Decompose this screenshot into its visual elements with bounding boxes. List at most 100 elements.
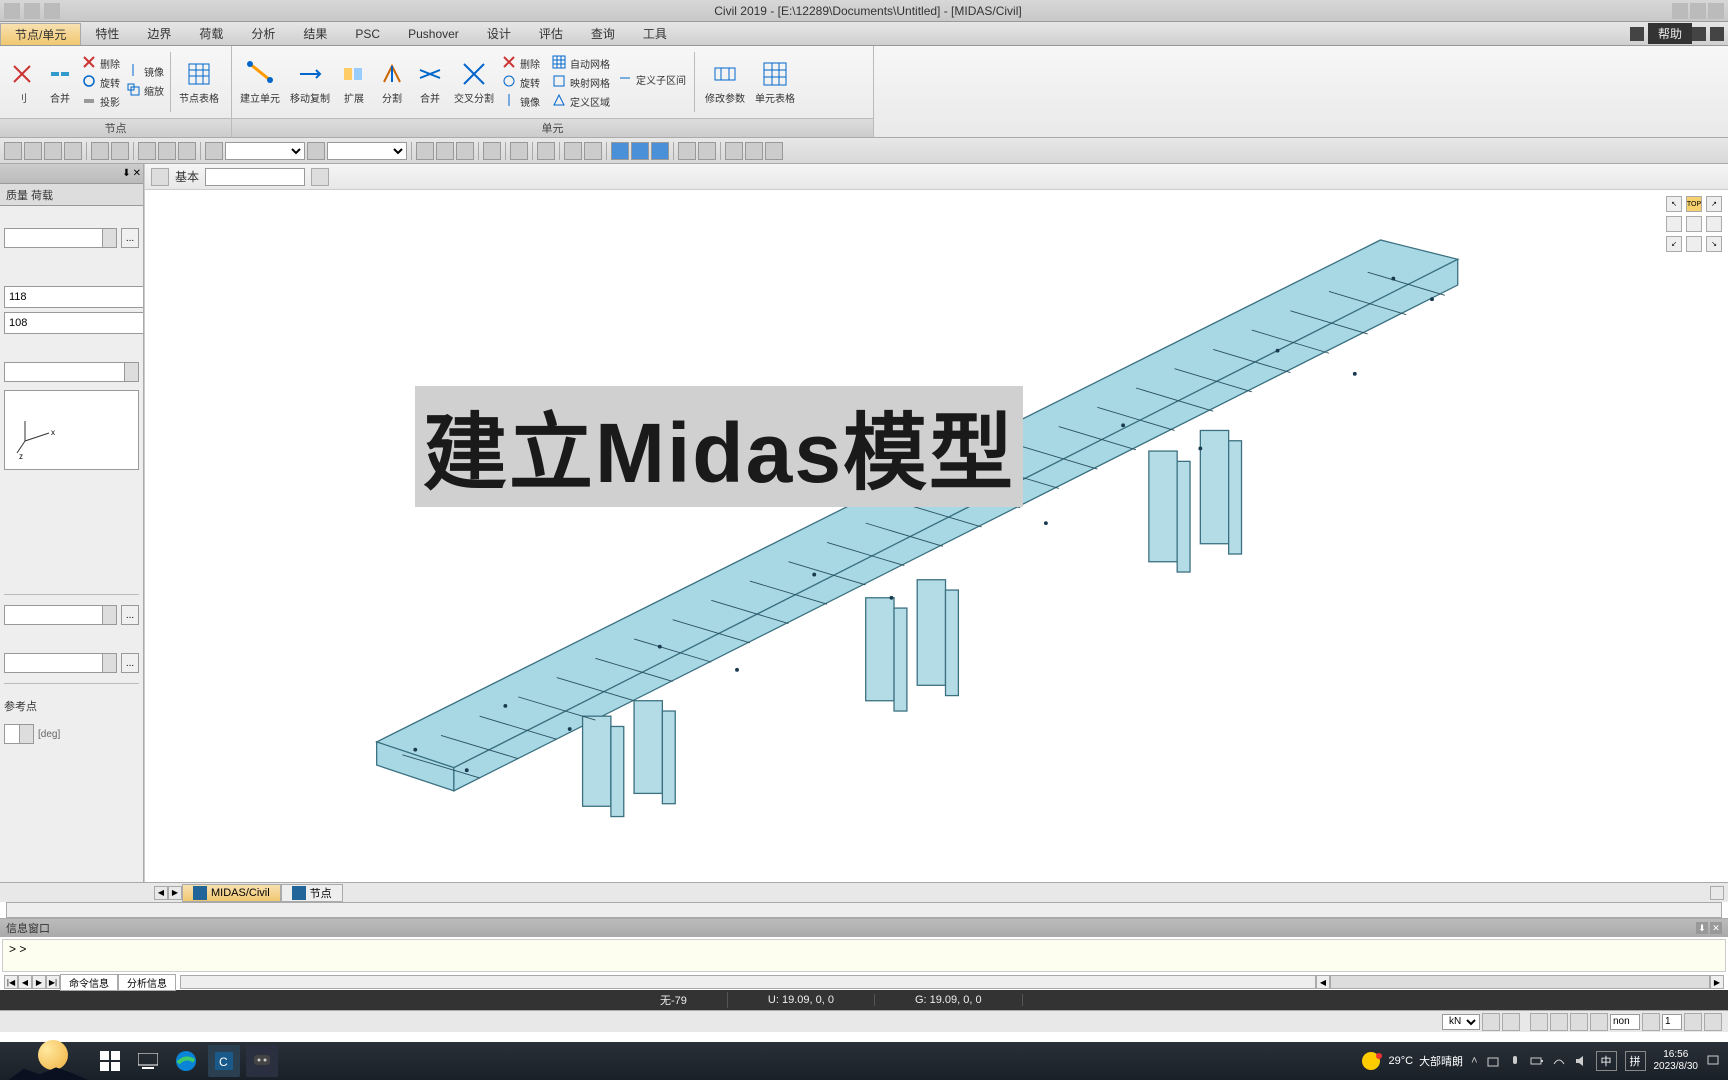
battery-icon[interactable]	[1530, 1054, 1544, 1068]
nav-se[interactable]: ↘	[1706, 236, 1722, 252]
s2-icon-9[interactable]	[1704, 1013, 1722, 1031]
rbtn-element-table[interactable]: 单元表格	[751, 58, 799, 107]
menu-tab-evaluate[interactable]: 评估	[525, 23, 577, 44]
rbtn-move-copy[interactable]: 移动复制	[286, 58, 334, 107]
rbtn-node-table[interactable]: 节点表格	[175, 58, 223, 107]
midas-app[interactable]: C	[208, 1045, 240, 1077]
notification-icon[interactable]	[1706, 1054, 1720, 1068]
menu-tab-load[interactable]: 荷载	[185, 23, 237, 44]
msg-nav-prev[interactable]: ◀	[18, 975, 32, 989]
scroll-right-icon[interactable]	[1710, 886, 1724, 900]
rbtn-map-mesh[interactable]: 映射网格	[550, 73, 612, 91]
ime-lang[interactable]: 中	[1596, 1051, 1617, 1071]
wifi-icon[interactable]	[1552, 1054, 1566, 1068]
rbtn-create-element[interactable]: 建立单元	[236, 58, 284, 107]
left-combo-3[interactable]	[4, 605, 117, 625]
nav-first-icon[interactable]: ◀	[154, 886, 168, 900]
rbtn-define-region[interactable]: 定义区域	[550, 92, 612, 110]
tool-icon-13[interactable]	[436, 142, 454, 160]
tray-icon-1[interactable]	[1486, 1054, 1500, 1068]
qat-icon-2[interactable]	[44, 3, 60, 19]
rbtn-mirror-elem[interactable]: 镜像	[500, 92, 542, 110]
left-input-1[interactable]	[4, 286, 143, 308]
nav-prev-icon[interactable]: ▶	[168, 886, 182, 900]
tool-icon-blue-1[interactable]	[611, 142, 629, 160]
tool-icon-11[interactable]	[307, 142, 325, 160]
mdi-close-icon[interactable]	[1710, 27, 1724, 41]
volume-icon[interactable]	[1574, 1054, 1588, 1068]
s2-icon-4[interactable]	[1550, 1013, 1568, 1031]
edge-app[interactable]	[170, 1045, 202, 1077]
rbtn-delete-elem[interactable]: 删除	[500, 54, 542, 72]
vp-combo[interactable]	[205, 168, 305, 186]
s2-field-2[interactable]	[1662, 1014, 1682, 1030]
msg-pin-icon[interactable]: ⬇	[1696, 922, 1708, 934]
tool-icon-8[interactable]	[158, 142, 176, 160]
tool-icon-3[interactable]	[44, 142, 62, 160]
rbtn-merge[interactable]: 合并	[42, 58, 78, 107]
vp-icon-2[interactable]	[311, 168, 329, 186]
mic-icon[interactable]	[1508, 1054, 1522, 1068]
msg-nav-first[interactable]: |◀	[4, 975, 18, 989]
tool-icon-6[interactable]	[111, 142, 129, 160]
message-body[interactable]: > >	[2, 939, 1726, 972]
nav-w[interactable]	[1666, 216, 1682, 232]
panel-close-icon[interactable]: ✕	[133, 168, 141, 179]
msg-close-icon[interactable]: ✕	[1710, 922, 1722, 934]
nav-ne[interactable]: ↗	[1706, 196, 1722, 212]
nav-center[interactable]	[1686, 216, 1702, 232]
rbtn-mirror[interactable]: 镜像	[124, 62, 166, 80]
tray-chevron-icon[interactable]: ˄	[1471, 1055, 1477, 1067]
unit-select[interactable]: kN	[1442, 1014, 1480, 1030]
viewport[interactable]: 基本	[144, 164, 1728, 882]
mdi-min-icon[interactable]	[1692, 27, 1706, 41]
tool-icon-n1[interactable]	[678, 142, 696, 160]
gear-icon[interactable]	[1630, 27, 1644, 41]
tool-icon-20[interactable]	[725, 142, 743, 160]
tool-icon-7[interactable]	[138, 142, 156, 160]
ime-mode[interactable]: 拼	[1625, 1051, 1646, 1071]
tool-icon-18[interactable]	[564, 142, 582, 160]
msg-scroll-2[interactable]	[1330, 975, 1710, 989]
left-more-1[interactable]: ...	[121, 228, 139, 248]
maximize-icon[interactable]	[1690, 3, 1706, 19]
lock-icon[interactable]	[745, 142, 763, 160]
menu-tab-design[interactable]: 设计	[473, 23, 525, 44]
msg-tab-cmd[interactable]: 命令信息	[60, 974, 118, 991]
rbtn-split[interactable]: 分割	[374, 58, 410, 107]
menu-tab-analysis[interactable]: 分析	[237, 23, 289, 44]
rbtn-rotate[interactable]: 旋转	[80, 73, 122, 91]
tool-icon-17[interactable]	[537, 142, 555, 160]
tool-combo-2[interactable]	[327, 142, 407, 160]
menu-tab-pushover[interactable]: Pushover	[394, 25, 473, 43]
rbtn-scale[interactable]: 缩放	[124, 81, 166, 99]
tool-icon-16[interactable]	[510, 142, 528, 160]
msg-nav-next[interactable]: ▶	[32, 975, 46, 989]
tool-icon-15[interactable]	[483, 142, 501, 160]
s2-field-1[interactable]	[1610, 1014, 1640, 1030]
tool-icon-blue-3[interactable]	[651, 142, 669, 160]
nav-sw[interactable]: ↙	[1666, 236, 1682, 252]
s2-icon-2[interactable]	[1502, 1013, 1520, 1031]
msg-scroll-l[interactable]: ◀	[1316, 975, 1330, 989]
nav-top[interactable]: TOP	[1686, 196, 1702, 212]
view-cube[interactable]: ↖ TOP ↗ ↙ ↘	[1666, 196, 1722, 252]
tool-icon-9[interactable]	[178, 142, 196, 160]
tool-icon-12[interactable]	[416, 142, 434, 160]
tool-icon-n2[interactable]	[698, 142, 716, 160]
menu-tab-tools[interactable]: 工具	[629, 23, 681, 44]
rbtn-project[interactable]: 投影	[80, 92, 122, 110]
menu-tab-properties[interactable]: 特性	[81, 23, 133, 44]
left-tab[interactable]: 质量 荷载	[0, 184, 143, 206]
left-combo-1[interactable]	[4, 228, 117, 248]
left-more-4[interactable]: ...	[121, 605, 139, 625]
left-input-2[interactable]	[4, 312, 143, 334]
taskview-button[interactable]	[132, 1045, 164, 1077]
h-scrollbar[interactable]	[6, 902, 1722, 918]
menu-tab-psc[interactable]: PSC	[341, 25, 394, 43]
nav-e[interactable]	[1706, 216, 1722, 232]
clock[interactable]: 16:56 2023/8/30	[1654, 1049, 1699, 1073]
rbtn-delete[interactable]: 删除	[80, 54, 122, 72]
rbtn-cut[interactable]: 刂	[4, 58, 40, 107]
nav-s[interactable]	[1686, 236, 1702, 252]
